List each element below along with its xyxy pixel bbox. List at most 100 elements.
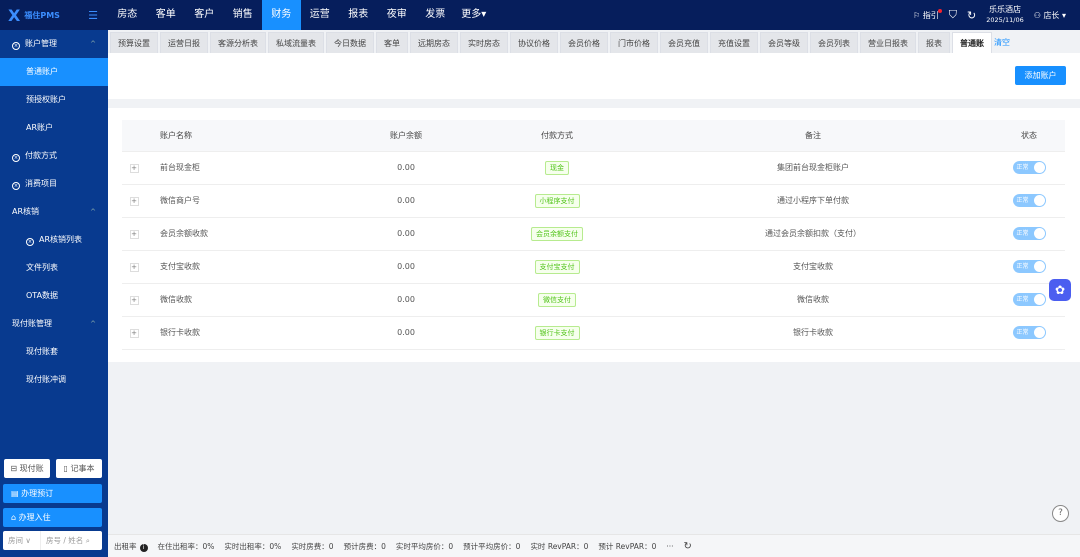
sidebar-item-label: 普通账户 xyxy=(26,67,58,76)
nav-item[interactable]: 夜审 xyxy=(378,0,417,30)
notebook-label: 记事本 xyxy=(70,464,95,473)
tab-item[interactable]: 营业日报表 xyxy=(860,32,916,53)
status-toggle[interactable]: 正常 xyxy=(1012,161,1046,174)
add-account-button[interactable]: 添加账户 xyxy=(1015,66,1066,85)
cash-account-button[interactable]: ⊟ 现付账 xyxy=(4,459,50,478)
tab-item[interactable]: 客源分析表 xyxy=(210,32,266,53)
account-remark: 集团前台现金柜账户 xyxy=(633,151,993,185)
status-item: 实时房费：0 xyxy=(291,541,333,552)
help-icon: ? xyxy=(1058,508,1063,518)
sidebar-item-label: 现付账管理 xyxy=(12,319,52,328)
expand-icon[interactable]: + xyxy=(129,328,139,338)
search-placeholder: 房号 / 姓名 xyxy=(46,536,84,545)
logo-mark-icon: X xyxy=(8,5,21,25)
account-name: 微信商户号 xyxy=(146,184,331,218)
sidebar-item[interactable]: × AR核销列表 xyxy=(0,226,108,254)
tab-item[interactable]: 客单 xyxy=(376,32,408,53)
expand-icon[interactable]: + xyxy=(129,262,139,272)
room-search: 房间 ∨ 房号 / 姓名 ⌕ xyxy=(3,531,102,550)
tab-item[interactable]: 远期房态 xyxy=(410,32,458,53)
menu-toggle-icon[interactable]: ☰ xyxy=(88,9,98,22)
nav-item[interactable]: 销售 xyxy=(224,0,263,30)
assistant-float-button[interactable]: ✿ xyxy=(1049,279,1071,301)
sidebar-item[interactable]: 文件列表 xyxy=(0,254,108,282)
tab-item[interactable]: 预算设置 xyxy=(110,32,158,53)
sidebar-item[interactable]: 现付账套 xyxy=(0,338,108,366)
reserve-button[interactable]: ▤ 办理预订 xyxy=(3,484,102,503)
status-toggle[interactable]: 正常 xyxy=(1012,293,1046,306)
sidebar-item[interactable]: × 消费项目 xyxy=(0,170,108,198)
status-toggle[interactable]: 正常 xyxy=(1012,194,1046,207)
guide-button[interactable]: ⚐ 指引 xyxy=(913,10,939,21)
nav-item[interactable]: 财务 xyxy=(262,0,301,30)
tab-item[interactable]: 运营日报 xyxy=(160,32,208,53)
status-toggle[interactable]: 正常 xyxy=(1012,227,1046,240)
sidebar-item[interactable]: 普通账户 xyxy=(0,58,108,86)
status-bar: 出租率 i 在住出租率：0% 实时出租率：0% 实时房费：0 预计房费：0 实时平均房价：0… xyxy=(108,534,1080,557)
account-remark: 银行卡收款 xyxy=(633,316,993,350)
user-menu[interactable]: ⚇ 店长 ▾ xyxy=(1034,10,1066,21)
help-button[interactable]: ? xyxy=(1052,505,1069,522)
expand-icon[interactable]: + xyxy=(129,229,139,239)
search-type-select[interactable]: 房间 ∨ xyxy=(3,531,41,550)
status-text: ··· xyxy=(666,541,674,551)
shield-icon[interactable]: ⛉ xyxy=(949,8,957,22)
refresh-stats-icon[interactable]: ↻ xyxy=(684,541,692,552)
notebook-icon: ▯ xyxy=(63,464,68,473)
nav-item[interactable]: 发票 xyxy=(416,0,455,30)
tab-item[interactable]: 会员充值 xyxy=(660,32,708,53)
tab-item[interactable]: 会员等级 xyxy=(760,32,808,53)
sidebar-item[interactable]: OTA数据 xyxy=(0,282,108,310)
col-name: 账户名称 xyxy=(146,120,331,152)
nav-item[interactable]: 客户 xyxy=(185,0,224,30)
hotel-info[interactable]: 乐乐酒店 2025/11/06 xyxy=(986,4,1023,26)
checkin-button[interactable]: ⌂ 办理入住 xyxy=(3,508,102,527)
nav-item[interactable]: 客单 xyxy=(147,0,186,30)
status-toggle[interactable]: 正常 xyxy=(1012,326,1046,339)
status-toggle[interactable]: 正常 xyxy=(1012,260,1046,273)
tab-item[interactable]: 今日数据 xyxy=(326,32,374,53)
sidebar-item-label: AR核销列表 xyxy=(39,235,83,244)
sidebar-item[interactable]: × 账户管理 ^ xyxy=(0,30,108,58)
nav-item[interactable]: 报表 xyxy=(339,0,378,30)
expand-cell: + xyxy=(122,316,146,350)
tab-item[interactable]: 私域流量表 xyxy=(268,32,324,53)
tab-item[interactable]: 门市价格 xyxy=(610,32,658,53)
circle-x-icon: × xyxy=(12,154,20,162)
tab-item[interactable]: 协议价格 xyxy=(510,32,558,53)
expand-icon[interactable]: + xyxy=(129,295,139,305)
user-name: 店长 ▾ xyxy=(1043,10,1066,20)
account-balance: 0.00 xyxy=(331,283,481,317)
sidebar-item[interactable]: AR核销 ^ xyxy=(0,198,108,226)
account-name: 前台现金柜 xyxy=(146,151,331,185)
tab-item[interactable]: 会员价格 xyxy=(560,32,608,53)
status-text: 实时平均房价：0 xyxy=(395,541,454,551)
payment-method-tag: 现金 xyxy=(545,160,569,175)
info-icon[interactable]: i xyxy=(139,543,148,552)
nav-item[interactable]: 更多▾ xyxy=(455,0,494,30)
nav-item[interactable]: 房态 xyxy=(108,0,147,30)
sidebar-item[interactable]: × 付款方式 xyxy=(0,142,108,170)
tab-item[interactable]: 充值设置 xyxy=(710,32,758,53)
search-icon: ⌕ xyxy=(85,536,90,545)
sidebar-item-label: 预授权账户 xyxy=(26,95,66,104)
sidebar-item[interactable]: AR账户 xyxy=(0,114,108,142)
tab-item[interactable]: 会员列表 xyxy=(810,32,858,53)
notebook-button[interactable]: ▯ 记事本 xyxy=(56,459,102,478)
clear-tabs-link[interactable]: 清空 xyxy=(994,32,1010,53)
expand-icon[interactable]: + xyxy=(129,163,139,173)
payment-method-tag: 会员余额支付 xyxy=(531,226,583,241)
tab-item[interactable]: 实时房态 xyxy=(460,32,508,53)
sidebar-item[interactable]: 现付账管理 ^ xyxy=(0,310,108,338)
search-input[interactable]: 房号 / 姓名 ⌕ xyxy=(41,531,102,550)
expand-icon[interactable]: + xyxy=(129,196,139,206)
tab-item[interactable]: 普通账 xyxy=(952,32,992,53)
nav-item[interactable]: 运营 xyxy=(301,0,340,30)
sidebar-item[interactable]: 预授权账户 xyxy=(0,86,108,114)
payment-method-cell: 银行卡支付 xyxy=(481,316,633,350)
account-name: 支付宝收款 xyxy=(146,250,331,284)
refresh-icon[interactable]: ↻ xyxy=(967,9,976,22)
sidebar-item[interactable]: 现付账冲调 xyxy=(0,366,108,394)
tab-item[interactable]: 报表 xyxy=(918,32,950,53)
expand-cell: + xyxy=(122,250,146,284)
